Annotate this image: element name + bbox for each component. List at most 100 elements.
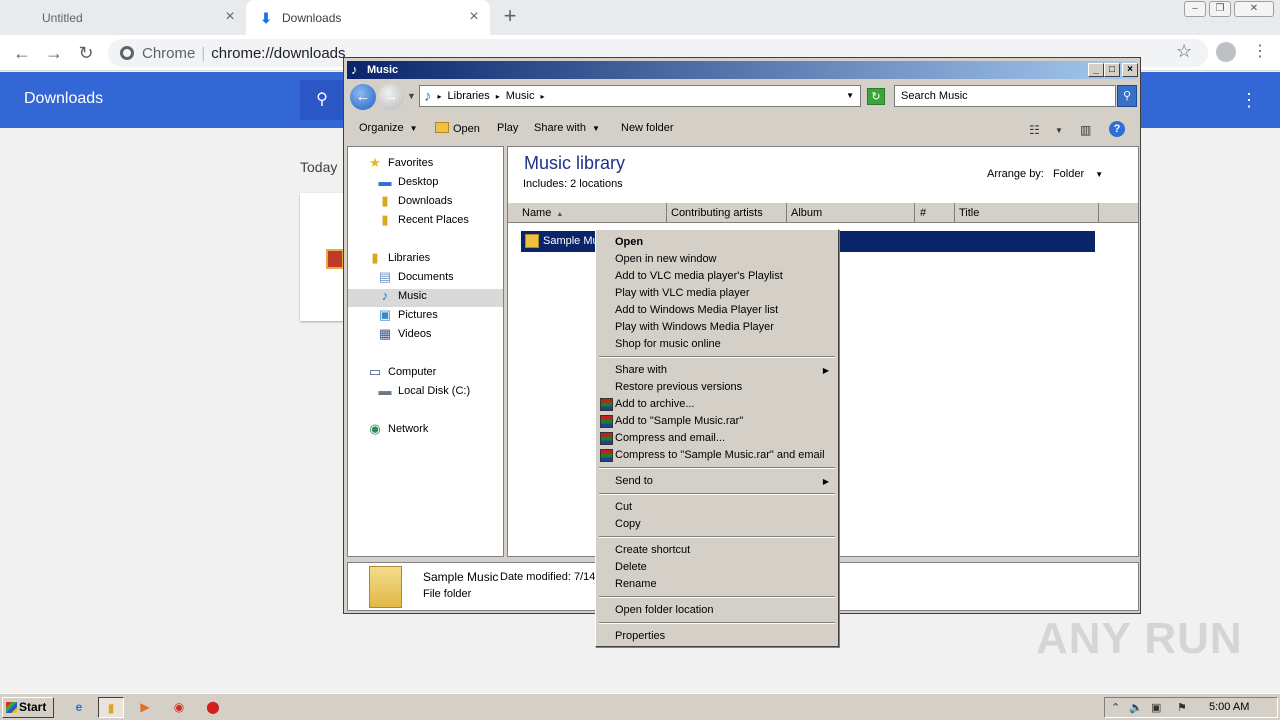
menu-item-open[interactable]: Open (599, 234, 835, 251)
chevron-down-icon[interactable]: ▼ (1095, 170, 1103, 179)
network-tray-icon[interactable]: ▣ (1151, 701, 1161, 714)
breadcrumb-music[interactable]: Music (506, 90, 535, 102)
minimize-button[interactable]: – (1184, 1, 1206, 17)
menu-item-add-rar[interactable]: Add to "Sample Music.rar" (599, 413, 835, 430)
address-bar[interactable]: ♪ ▸ Libraries ▸ Music ▸ ▼ (419, 85, 861, 107)
menu-item-shop-music[interactable]: Shop for music online (599, 336, 835, 353)
sidebar-item-computer[interactable]: ▭ Computer (367, 365, 436, 379)
show-hidden-icons-icon[interactable]: ⌃ (1111, 701, 1120, 714)
address-dropdown-icon[interactable]: ▼ (846, 91, 854, 100)
search-icon[interactable]: ⚲ (1117, 85, 1137, 107)
window-titlebar[interactable]: ♪ Music _ □ × (347, 61, 1138, 79)
menu-item-open-new-window[interactable]: Open in new window (599, 251, 835, 268)
forward-arrow-icon[interactable]: → (42, 41, 66, 65)
column-header-name[interactable]: Name ▲ (508, 203, 667, 223)
menu-item-share-with[interactable]: Share with ▶ (599, 362, 835, 379)
close-window-button[interactable]: ✕ (1234, 1, 1274, 17)
back-button[interactable]: ← (350, 84, 376, 110)
internet-explorer-icon[interactable]: e (66, 697, 92, 718)
view-options-icon[interactable]: ☷ (1029, 123, 1040, 137)
sidebar-item-videos[interactable]: ▦ Videos (377, 327, 432, 341)
menu-item-properties[interactable]: Properties (599, 628, 835, 645)
reload-icon[interactable]: ↻ (74, 41, 98, 65)
chevron-right-icon[interactable]: ▸ (496, 92, 500, 101)
sidebar-item-network[interactable]: ◉ Network (367, 422, 428, 436)
play-button[interactable]: Play (497, 122, 518, 134)
computer-icon: ▭ (368, 364, 382, 379)
refresh-icon[interactable]: ↻ (867, 88, 885, 105)
minimize-button[interactable]: _ (1088, 63, 1104, 77)
arrange-dropdown[interactable]: Folder (1053, 168, 1084, 180)
context-menu: Open Open in new window Add to VLC media… (595, 229, 839, 647)
tab-untitled[interactable]: Untitled × (0, 0, 246, 35)
organize-button[interactable]: Organize ▼ (359, 122, 418, 134)
bookmark-star-icon[interactable]: ☆ (1176, 41, 1192, 62)
back-arrow-icon[interactable]: ← (10, 41, 34, 65)
help-icon[interactable]: ? (1109, 121, 1125, 137)
chevron-down-icon: ▼ (591, 124, 600, 133)
clock[interactable]: 5:00 AM (1209, 701, 1249, 713)
share-with-button[interactable]: Share with ▼ (534, 122, 600, 134)
column-header-album[interactable]: Album (787, 203, 915, 223)
sidebar-item-libraries[interactable]: ▮ Libraries (367, 251, 430, 265)
sidebar-item-pictures[interactable]: ▣ Pictures (377, 308, 438, 322)
new-tab-button[interactable]: + (498, 5, 522, 29)
sidebar-item-local-disk[interactable]: ▬ Local Disk (C:) (377, 384, 471, 398)
menu-item-open-folder-location[interactable]: Open folder location (599, 602, 835, 619)
chrome-taskbar-icon[interactable]: ◉ (166, 697, 192, 718)
menu-item-cut[interactable]: Cut (599, 499, 835, 516)
forward-button[interactable]: → (378, 84, 404, 110)
media-player-icon[interactable]: ▶ (132, 697, 158, 718)
chrome-menu-icon[interactable]: ⋮ (1252, 44, 1268, 60)
open-button[interactable]: Open (435, 122, 480, 135)
chevron-right-icon[interactable]: ▸ (438, 92, 442, 101)
close-tab-icon[interactable]: × (222, 9, 238, 25)
search-icon[interactable]: ⚲ (300, 80, 344, 120)
history-dropdown-icon[interactable]: ▼ (407, 91, 416, 101)
more-menu-icon[interactable]: ⋮ (1240, 90, 1258, 110)
sidebar-item-desktop[interactable]: ▬ Desktop (377, 175, 439, 189)
menu-item-add-archive[interactable]: Add to archive... (599, 396, 835, 413)
restore-button[interactable]: ❐ (1209, 1, 1231, 17)
close-button[interactable]: × (1122, 63, 1138, 77)
explorer-taskbar-icon[interactable]: ▮ (98, 697, 124, 718)
menu-item-play-wmp[interactable]: Play with Windows Media Player (599, 319, 835, 336)
menu-item-compress-rar-email[interactable]: Compress to "Sample Music.rar" and email (599, 447, 835, 464)
menu-item-compress-email[interactable]: Compress and email... (599, 430, 835, 447)
sidebar-item-favorites[interactable]: ★ Favorites (367, 156, 433, 170)
menu-item-create-shortcut[interactable]: Create shortcut (599, 542, 835, 559)
menu-item-send-to[interactable]: Send to ▶ (599, 473, 835, 490)
menu-separator (599, 467, 835, 469)
new-folder-label: New folder (621, 122, 674, 134)
column-header-number[interactable]: # (915, 203, 955, 223)
new-folder-button[interactable]: New folder (621, 122, 674, 134)
includes-link[interactable]: 2 locations (570, 178, 623, 190)
search-input[interactable]: Search Music (894, 85, 1116, 107)
tab-downloads[interactable]: ⬇ Downloads × (246, 0, 490, 35)
menu-item-play-vlc[interactable]: Play with VLC media player (599, 285, 835, 302)
column-header-artists[interactable]: Contributing artists (667, 203, 787, 223)
start-button[interactable]: Start (2, 697, 54, 718)
winrar-icon (600, 398, 613, 411)
menu-item-restore-versions[interactable]: Restore previous versions (599, 379, 835, 396)
close-tab-icon[interactable]: × (466, 9, 482, 25)
chevron-right-icon[interactable]: ▸ (540, 92, 544, 101)
chevron-down-icon[interactable]: ▼ (1055, 126, 1063, 135)
menu-item-add-vlc-playlist[interactable]: Add to VLC media player's Playlist (599, 268, 835, 285)
maximize-button[interactable]: □ (1104, 63, 1120, 77)
menu-item-delete[interactable]: Delete (599, 559, 835, 576)
sidebar-item-downloads[interactable]: ▮ Downloads (377, 194, 452, 208)
sidebar-item-recent-places[interactable]: ▮ Recent Places (377, 213, 469, 227)
menu-item-rename[interactable]: Rename (599, 576, 835, 593)
action-center-flag-icon[interactable]: ⚑ (1177, 701, 1187, 714)
stop-icon[interactable]: ⬤ (200, 697, 226, 718)
sidebar-item-documents[interactable]: ▤ Documents (377, 270, 454, 284)
menu-item-copy[interactable]: Copy (599, 516, 835, 533)
volume-icon[interactable]: 🔈 (1129, 701, 1143, 714)
sidebar-item-music[interactable]: ♪ Music (377, 289, 427, 303)
column-header-title[interactable]: Title (955, 203, 1099, 223)
preview-pane-icon[interactable]: ▥ (1080, 123, 1091, 137)
menu-item-add-wmp-list[interactable]: Add to Windows Media Player list (599, 302, 835, 319)
profile-avatar[interactable] (1216, 42, 1236, 62)
breadcrumb-libraries[interactable]: Libraries (448, 90, 490, 102)
